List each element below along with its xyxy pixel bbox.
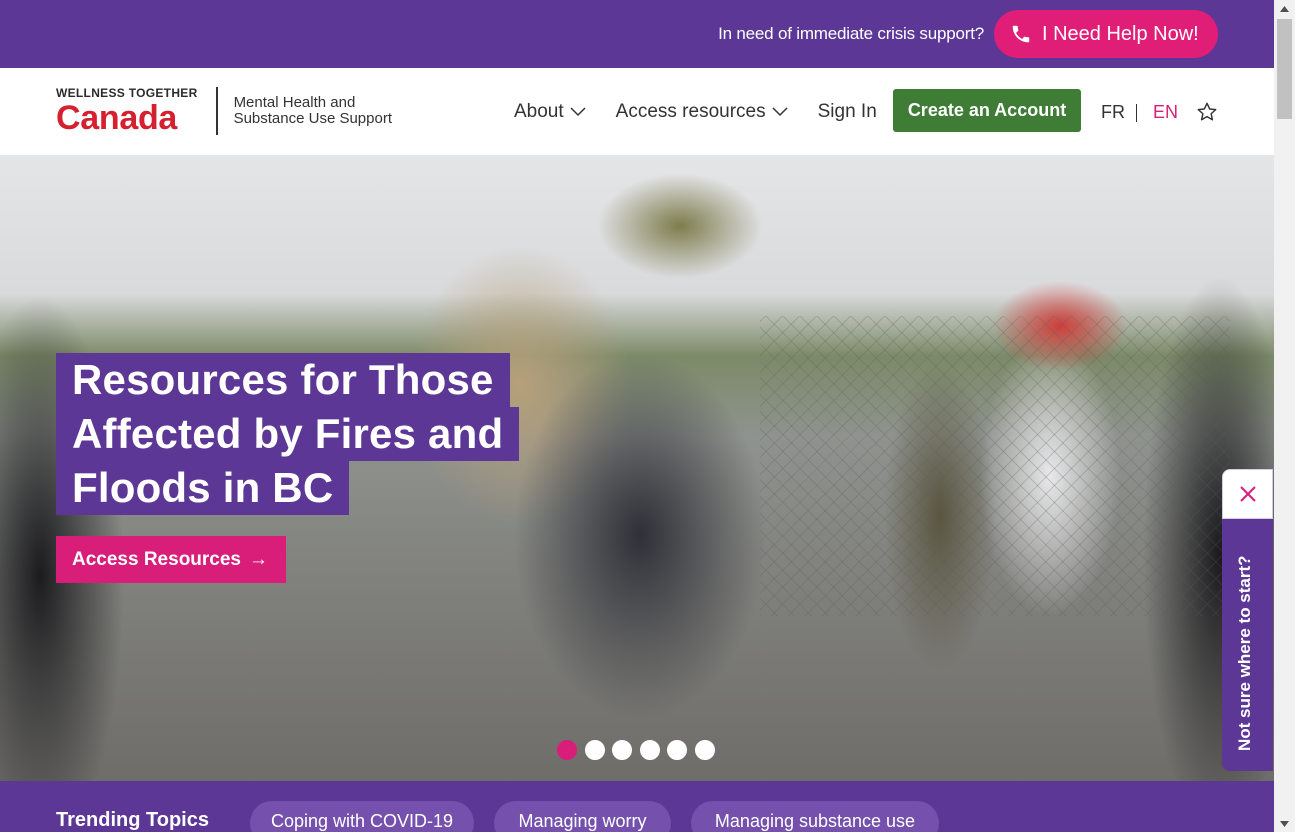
side-tab-label[interactable]: Not sure where to start? [1235,555,1255,751]
carousel-dot-5[interactable] [667,740,687,760]
logo-tagline-line2: Substance Use Support [233,110,392,127]
logo-big-text: Canada [56,99,178,137]
carousel-dots [557,740,722,760]
logo-divider [215,87,218,135]
carousel-dot-4[interactable] [639,740,660,760]
side-tab-close-button[interactable] [1222,469,1273,519]
hero-carousel: Resources for Those Affected by Fires an… [0,156,1274,781]
lang-en-link[interactable]: EN [1153,102,1178,123]
chevron-down-icon [570,107,586,117]
carousel-dot-6[interactable] [694,740,715,760]
close-icon [1239,486,1256,502]
star-icon[interactable] [1196,101,1218,123]
help-side-tab[interactable]: Not sure where to start? [1222,469,1273,771]
trending-chip-worry[interactable]: Managing worry [494,801,671,832]
carousel-dot-1[interactable] [557,740,577,760]
create-account-button[interactable]: Create an Account [893,89,1081,132]
trending-chip-substance[interactable]: Managing substance use [691,801,939,832]
crisis-text: In need of immediate crisis support? [718,24,984,43]
main-nav: About Access resources Sign In [514,68,907,156]
hero-headline: Resources for Those Affected by Fires an… [56,353,520,515]
nav-about-label: About [514,101,564,122]
nav-item-sign-in[interactable]: Sign In [818,101,877,123]
need-help-label: I Need Help Now! [1042,22,1199,45]
nav-item-access-resources[interactable]: Access resources [616,101,788,123]
hero-headline-line: Affected by Fires and [56,407,520,461]
access-resources-label: Access Resources [72,548,241,570]
logo-small-text: WELLNESS TOGETHER [56,86,198,100]
need-help-button[interactable]: I Need Help Now! [994,10,1218,58]
hero-photo-fence [760,316,1230,616]
nav-item-about[interactable]: About [514,101,586,123]
trending-topics-bar: Trending Topics Coping with COVID-19 Man… [0,781,1274,832]
scroll-up-arrow-icon[interactable] [1274,0,1295,17]
crisis-bar: In need of immediate crisis support? I N… [0,0,1274,68]
chevron-down-icon [772,107,788,117]
scroll-down-arrow-icon[interactable] [1274,815,1295,832]
phone-icon [1012,25,1030,43]
access-resources-button[interactable]: Access Resources → [56,536,286,583]
page-scrollbar[interactable] [1274,0,1295,832]
site-header: WELLNESS TOGETHER Canada Mental Health a… [0,68,1274,156]
lang-fr-link[interactable]: FR [1101,102,1125,123]
carousel-dot-3[interactable] [612,740,632,760]
logo-tagline-line1: Mental Health and [233,94,356,111]
nav-access-label: Access resources [615,101,766,122]
trending-chip-covid[interactable]: Coping with COVID-19 [250,801,474,832]
scrollbar-thumb[interactable] [1277,19,1292,119]
arrow-right-icon: → [249,548,268,570]
hero-headline-line: Resources for Those [56,353,510,407]
lang-separator [1136,104,1137,122]
hero-headline-line: Floods in BC [56,461,350,515]
site-logo[interactable]: WELLNESS TOGETHER Canada Mental Health a… [56,86,392,136]
nav-sign-in-label: Sign In [817,101,877,122]
trending-title: Trending Topics [56,809,209,831]
carousel-dot-2[interactable] [584,740,605,760]
